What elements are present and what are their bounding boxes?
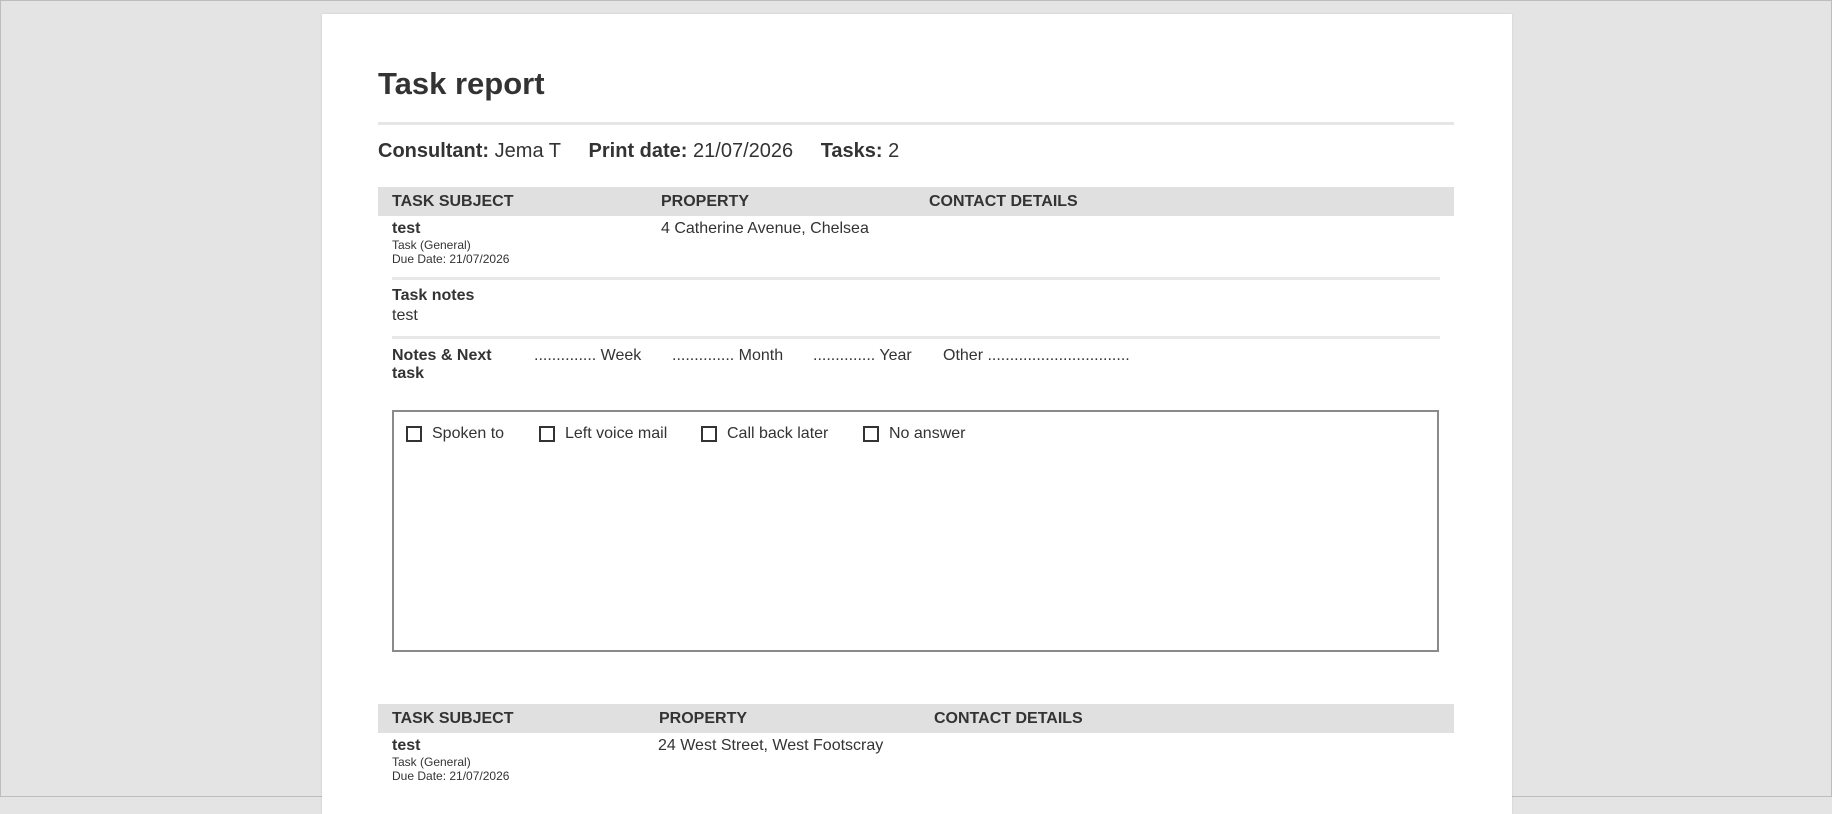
option-label: Spoken to: [432, 425, 505, 442]
header-task-subject: TASK SUBJECT: [392, 193, 514, 210]
task-subject-title: test: [392, 737, 421, 754]
task-due-date: Due Date: 21/07/2026: [392, 252, 510, 266]
report-page: Task report Consultant: Jema T Print dat…: [322, 14, 1512, 814]
option-label: Left voice mail: [565, 425, 668, 442]
checkbox-icon[interactable]: [539, 426, 555, 442]
row-divider: [392, 277, 1440, 280]
notes-box[interactable]: Spoken to Left voice mail Call back late…: [392, 410, 1439, 652]
row-divider: [392, 336, 1440, 339]
period-month: .............. Month: [672, 347, 784, 364]
option-label: No answer: [889, 425, 966, 442]
option-label: Call back later: [727, 425, 829, 442]
task-count: Tasks: 2: [821, 140, 900, 162]
option-spoken-to[interactable]: Spoken to: [406, 425, 504, 443]
task-notes-label: Task notes: [392, 287, 475, 304]
task-property: 4 Catherine Avenue, Chelsea: [661, 220, 869, 237]
checkbox-icon[interactable]: [701, 426, 717, 442]
task-subject: test Task (General) Due Date: 21/07/2026: [392, 220, 509, 266]
table-header: TASK SUBJECT PROPERTY CONTACT DETAILS: [378, 704, 1454, 733]
header-property: PROPERTY: [659, 710, 748, 727]
task-notes-value: test: [392, 307, 418, 324]
consultant-label: Consultant:: [378, 140, 490, 162]
table-header: TASK SUBJECT PROPERTY CONTACT DETAILS: [378, 187, 1454, 216]
report-meta: Consultant: Jema T Print date: 21/07/202…: [378, 140, 921, 163]
option-left-voice-mail[interactable]: Left voice mail: [539, 425, 667, 443]
task-subject-title: test: [392, 220, 421, 237]
next-task-label: Notes & Next task: [392, 347, 492, 382]
header-contact-details: CONTACT DETAILS: [934, 710, 1083, 727]
period-year: .............. Year: [813, 347, 912, 364]
page-title: Task report: [378, 66, 545, 101]
period-week: .............. Week: [534, 347, 642, 364]
title-divider: [378, 122, 1454, 125]
checkbox-icon[interactable]: [863, 426, 879, 442]
period-other: Other ................................: [943, 347, 1130, 364]
print-date-label: Print date:: [588, 140, 688, 162]
header-task-subject: TASK SUBJECT: [392, 710, 514, 727]
task-type: Task (General): [392, 755, 471, 769]
consultant-value: Jema T: [494, 140, 561, 162]
option-call-back-later[interactable]: Call back later: [701, 425, 828, 443]
task-property: 24 West Street, West Footscray: [658, 737, 884, 754]
print-date: Print date: 21/07/2026: [589, 140, 794, 162]
checkbox-icon[interactable]: [406, 426, 422, 442]
task-subject: test Task (General) Due Date: 21/07/2026: [392, 737, 509, 783]
tasks-label: Tasks:: [820, 140, 883, 162]
tasks-value: 2: [888, 140, 900, 162]
print-date-value: 21/07/2026: [693, 140, 794, 162]
header-contact-details: CONTACT DETAILS: [929, 193, 1078, 210]
option-no-answer[interactable]: No answer: [863, 425, 965, 443]
header-property: PROPERTY: [661, 193, 750, 210]
task-type: Task (General): [392, 238, 471, 252]
task-due-date: Due Date: 21/07/2026: [392, 769, 510, 783]
consultant: Consultant: Jema T: [378, 140, 561, 162]
